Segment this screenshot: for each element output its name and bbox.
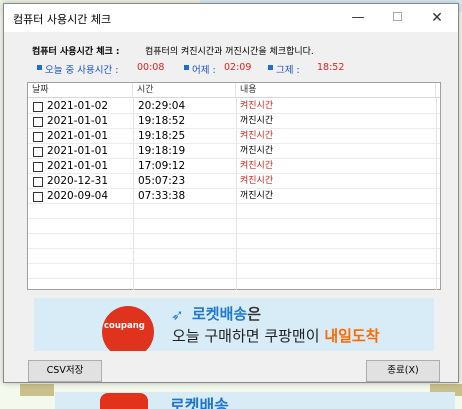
grid-line bbox=[28, 113, 440, 114]
day-before-value: 18:52 bbox=[317, 62, 345, 73]
minimize-icon: — bbox=[351, 10, 365, 25]
cell-date: 2021-01-01 bbox=[47, 130, 109, 142]
ad-subline-prefix: 오늘 구매하면 쿠팡맨이 bbox=[172, 327, 320, 345]
bullet-icon bbox=[37, 65, 42, 70]
csv-save-button[interactable]: CSV저장 bbox=[28, 360, 102, 382]
cell-content: 켜진시간 bbox=[240, 131, 274, 141]
table-row[interactable]: 2021-01-01 19:18:19 꺼진시간 bbox=[28, 144, 440, 159]
row-checkbox[interactable] bbox=[33, 102, 43, 112]
ad-subline: 오늘 구매하면 쿠팡맨이 내일도착 bbox=[172, 325, 380, 346]
description-text: 컴퓨터의 켜진시간과 꺼진시간을 체크합니다. bbox=[145, 47, 314, 57]
window-title: 컴퓨터 사용시간 체크 bbox=[13, 13, 112, 26]
cell-date: 2021-01-02 bbox=[47, 100, 109, 112]
row-checkbox[interactable] bbox=[33, 147, 43, 157]
close-icon: ✕ bbox=[431, 10, 443, 26]
usage-list[interactable]: 날짜 시간 내용 2021-01-02 20:29:04 켜진시간 2021-01-0… bbox=[27, 82, 441, 294]
cell-time: 19:18:19 bbox=[138, 145, 186, 157]
table-row[interactable]: 2020-12-31 05:07:23 켜진시간 bbox=[28, 174, 440, 189]
cell-time: 20:29:04 bbox=[138, 100, 186, 112]
cell-content: 켜진시간 bbox=[240, 101, 274, 111]
title-bar[interactable]: 컴퓨터 사용시간 체크 — ✕ bbox=[4, 4, 458, 32]
table-row[interactable]: 2021-01-02 20:29:04 켜진시간 bbox=[28, 99, 440, 114]
grid-line bbox=[28, 173, 440, 174]
grid-line bbox=[28, 158, 440, 159]
close-button[interactable]: ✕ bbox=[417, 4, 457, 32]
minimize-button[interactable]: — bbox=[338, 4, 378, 32]
table-row[interactable]: 2021-01-01 17:09:12 켜진시간 bbox=[28, 159, 440, 174]
grid-line bbox=[28, 278, 440, 279]
row-checkbox[interactable] bbox=[33, 117, 43, 127]
cell-time: 05:07:23 bbox=[138, 175, 186, 187]
row-checkbox[interactable] bbox=[33, 177, 43, 187]
usage-stats: 오늘 중 사용시간 : 00:08 어제 : 02:09 그제 : 18:52 bbox=[32, 62, 452, 76]
column-header-time[interactable]: 시간 bbox=[133, 83, 236, 98]
ad-headline-highlight: 로켓배송 bbox=[192, 305, 248, 323]
grid-line bbox=[28, 263, 440, 264]
row-checkbox[interactable] bbox=[33, 192, 43, 202]
bullet-icon bbox=[184, 65, 189, 70]
rocket-icon: ➶ bbox=[171, 306, 184, 324]
column-header-content[interactable]: 내용 bbox=[236, 83, 436, 98]
grid-line bbox=[28, 233, 440, 234]
table-row[interactable]: 2020-09-04 07:33:38 꺼진시간 bbox=[28, 189, 440, 204]
column-header-date[interactable]: 날짜 bbox=[28, 83, 133, 98]
background-ad-text: 로켓배송 bbox=[170, 396, 229, 409]
ad-subline-highlight: 내일도착 bbox=[324, 327, 380, 345]
table-row[interactable]: 2021-01-01 19:18:52 꺼진시간 bbox=[28, 114, 440, 129]
cell-content: 꺼진시간 bbox=[240, 116, 274, 126]
background-stripe bbox=[20, 384, 54, 396]
yesterday-label: 어제 : bbox=[192, 65, 216, 76]
grid-line bbox=[28, 248, 440, 249]
grid-line bbox=[28, 188, 440, 189]
grid-line bbox=[28, 203, 440, 204]
grid-line bbox=[28, 143, 440, 144]
cell-date: 2021-01-01 bbox=[47, 115, 109, 127]
ad-headline-suffix: 은 bbox=[247, 305, 262, 323]
grid-line bbox=[28, 218, 440, 219]
cell-content: 켜진시간 bbox=[240, 161, 274, 171]
maximize-icon bbox=[392, 12, 402, 21]
day-before-label: 그제 : bbox=[276, 65, 300, 76]
cell-content: 꺼진시간 bbox=[240, 191, 274, 201]
cell-time: 07:33:38 bbox=[138, 190, 186, 202]
exit-button[interactable]: 종료(X) bbox=[366, 360, 440, 382]
usage-time-window: 컴퓨터 사용시간 체크 — ✕ 컴퓨터 사용시간 체크 : 컴퓨터의 켜진시간과… bbox=[3, 3, 459, 383]
usage-check-label: 컴퓨터 사용시간 체크 : bbox=[32, 47, 120, 57]
yesterday-value: 02:09 bbox=[224, 62, 252, 73]
cell-time: 17:09:12 bbox=[138, 160, 186, 172]
row-checkbox[interactable] bbox=[33, 132, 43, 142]
ad-headline: 로켓배송은 bbox=[192, 303, 261, 324]
cell-date: 2021-01-01 bbox=[47, 160, 109, 172]
cell-date: 2020-12-31 bbox=[47, 175, 109, 187]
grid-line bbox=[28, 293, 440, 294]
ad-banner[interactable]: coupang ➶ 로켓배송은 오늘 구매하면 쿠팡맨이 내일도착 bbox=[34, 298, 434, 351]
today-value: 00:08 bbox=[137, 62, 165, 73]
background-ad-logo bbox=[100, 393, 148, 409]
row-checkbox[interactable] bbox=[33, 162, 43, 172]
cell-time: 19:18:52 bbox=[138, 115, 186, 127]
cell-time: 19:18:25 bbox=[138, 130, 186, 142]
cell-content: 꺼진시간 bbox=[240, 146, 274, 156]
grid-line bbox=[28, 128, 440, 129]
maximize-button[interactable] bbox=[377, 4, 417, 32]
table-row[interactable]: 2021-01-01 19:18:25 켜진시간 bbox=[28, 129, 440, 144]
cell-date: 2020-09-04 bbox=[47, 190, 109, 202]
ad-logo-text: coupang bbox=[104, 321, 145, 331]
today-label: 오늘 중 사용시간 : bbox=[45, 65, 119, 76]
list-header: 날짜 시간 내용 bbox=[28, 83, 440, 98]
cell-date: 2021-01-01 bbox=[47, 145, 109, 157]
cell-content: 켜진시간 bbox=[240, 176, 274, 186]
bullet-icon bbox=[268, 65, 273, 70]
